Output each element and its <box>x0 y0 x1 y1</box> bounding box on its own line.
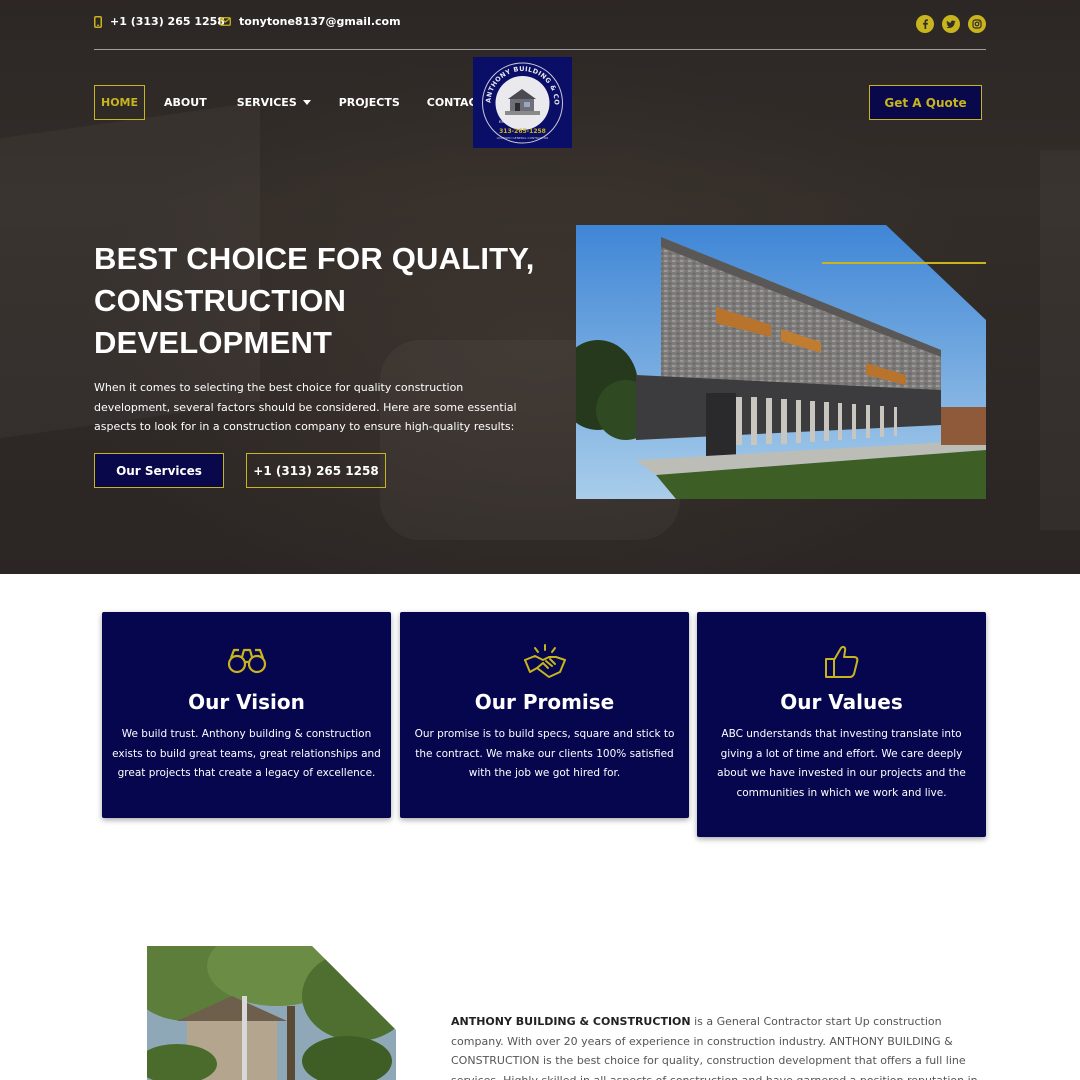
hero-accent-line <box>822 262 986 264</box>
hero-title: BEST CHOICE FOR QUALITY, CONSTRUCTION DE… <box>94 238 554 364</box>
thumbs-up-icon <box>824 646 858 678</box>
card-title: Our Promise <box>474 690 615 714</box>
values-card: Our Values ABC understands that investin… <box>697 612 986 837</box>
social-links <box>916 15 986 33</box>
nav-item-home[interactable]: HOME <box>94 85 146 120</box>
logo-est-text: EST <box>499 120 506 124</box>
logo-phone-text: 313-265-1258 <box>499 128 546 135</box>
about-paragraph: ANTHONY BUILDING & CONSTRUCTION is a Gen… <box>451 1012 986 1080</box>
nav-item-services[interactable]: SERVICES <box>228 85 320 120</box>
get-quote-button[interactable]: Get A Quote <box>869 85 982 120</box>
binoculars-icon <box>227 648 266 674</box>
hero-title-line: DEVELOPMENT <box>94 325 333 360</box>
nav-item-projects[interactable]: PROJECTS <box>330 85 409 120</box>
nav-item-about[interactable]: ABOUT <box>155 85 216 120</box>
hero-description: When it comes to selecting the best choi… <box>94 381 517 433</box>
topbar-divider <box>94 49 986 50</box>
hero-title-line: CONSTRUCTION <box>94 283 347 318</box>
nav-item-services-label: SERVICES <box>236 96 297 109</box>
card-title: Our Values <box>780 690 903 714</box>
instagram-icon[interactable] <box>968 15 986 33</box>
card-title: Our Vision <box>188 690 305 714</box>
top-bar: +1 (313) 265 1258 tonytone8137@gmail.com <box>94 15 986 35</box>
logo-tag-text: LICENSED GENERAL CONTRACTOR <box>497 136 549 140</box>
card-text: We build trust. Anthony building & const… <box>112 728 381 779</box>
vision-card: Our Vision We build trust. Anthony build… <box>102 612 391 818</box>
facebook-icon[interactable] <box>916 15 934 33</box>
about-tree-image <box>147 946 396 1080</box>
call-phone-button[interactable]: +1 (313) 265 1258 <box>246 453 386 488</box>
handshake-icon <box>523 644 566 678</box>
twitter-icon[interactable] <box>942 15 960 33</box>
topbar-email[interactable]: tonytone8137@gmail.com <box>220 15 401 28</box>
card-text: ABC understands that investing translate… <box>717 728 966 799</box>
card-text: Our promise is to build specs, square an… <box>414 728 675 779</box>
hero-title-line: BEST CHOICE FOR QUALITY, <box>94 241 535 276</box>
hero-background-decor <box>1040 150 1080 530</box>
topbar-phone-text: +1 (313) 265 1258 <box>110 15 225 28</box>
our-services-button[interactable]: Our Services <box>94 453 224 488</box>
logo-emblem: ANTHONY BUILDING & CONSTRUCTION EST 313-… <box>477 60 563 143</box>
site-logo[interactable]: ANTHONY BUILDING & CONSTRUCTION EST 313-… <box>473 57 572 148</box>
envelope-icon <box>220 17 231 26</box>
promise-card: Our Promise Our promise is to build spec… <box>400 612 689 818</box>
hero-section: +1 (313) 265 1258 tonytone8137@gmail.com… <box>0 0 1080 574</box>
about-company-name: ANTHONY BUILDING & CONSTRUCTION <box>451 1015 691 1028</box>
phone-icon <box>94 15 102 28</box>
hero-building-image <box>576 225 986 499</box>
main-nav: HOME ABOUT SERVICES PROJECTS CONTACT <box>94 85 493 120</box>
topbar-phone[interactable]: +1 (313) 265 1258 <box>94 15 225 28</box>
topbar-email-text: tonytone8137@gmail.com <box>239 15 401 28</box>
chevron-down-icon <box>302 100 311 105</box>
